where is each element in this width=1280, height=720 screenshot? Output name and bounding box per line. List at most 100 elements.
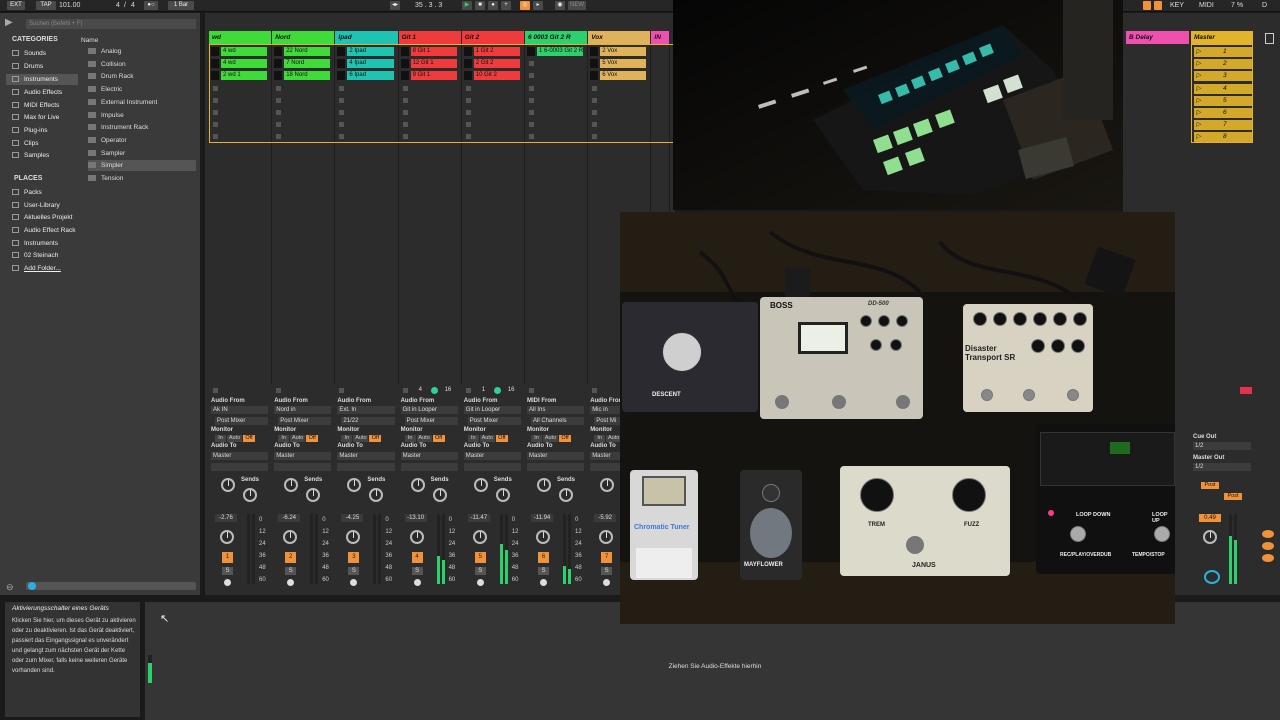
scene-launch-8[interactable]: ▷ 8 (1194, 132, 1252, 143)
send-a-knob[interactable] (473, 478, 488, 492)
send-b-knob[interactable] (243, 488, 257, 502)
monitor-in-button[interactable]: In (404, 435, 416, 442)
monitor-in-button[interactable]: In (594, 435, 606, 442)
track-header-7[interactable]: Vox (588, 31, 651, 44)
new-scene-button[interactable]: NEW (568, 1, 586, 10)
category-instruments[interactable]: Instruments (6, 74, 78, 85)
input-channel-select[interactable]: Post Mixer (467, 417, 521, 425)
send-b-knob[interactable] (432, 488, 447, 502)
volume-field[interactable]: -11.47 (467, 514, 490, 522)
track-header-1[interactable]: wd (209, 31, 272, 44)
browser-item-impulse[interactable]: Impulse (88, 110, 196, 121)
browser-item-collision[interactable]: Collision (88, 59, 196, 70)
monitor-auto-button[interactable]: Auto (416, 435, 432, 442)
scene-launch-icon[interactable]: ▷ (1196, 72, 1201, 79)
tap-tempo-button[interactable]: TAP (36, 1, 56, 10)
scene-launch-icon[interactable]: ▷ (1196, 133, 1201, 140)
track-stop-button[interactable] (592, 388, 598, 393)
arm-button[interactable] (224, 579, 231, 586)
metronome-icon[interactable]: ●○ (144, 1, 158, 10)
scene-launch-4[interactable]: ▷ 4 (1194, 83, 1252, 94)
output-select[interactable]: Master (274, 452, 332, 460)
send-a-knob[interactable] (537, 478, 551, 492)
cue-out-select[interactable]: 1/2 (1193, 442, 1251, 450)
preview-icon[interactable]: ⊖ (6, 582, 20, 594)
output-select[interactable]: Master (400, 452, 458, 460)
scene-launch-6[interactable]: ▷ 6 (1194, 108, 1252, 118)
browser-item-external-instrument[interactable]: External Instrument (88, 97, 196, 108)
master-volume-field[interactable]: 0.49 (1199, 514, 1221, 522)
category-samples[interactable]: Samples (12, 150, 49, 161)
input-type-select[interactable]: Git in Looper (400, 406, 458, 414)
browser-item-instrument-rack[interactable]: Instrument Rack (88, 122, 196, 133)
place-audio-effect-rack[interactable]: Audio Effect Rack (12, 225, 76, 236)
input-channel-select[interactable]: Post Mixer (404, 417, 458, 425)
volume-field[interactable]: -6.24 (278, 514, 301, 522)
session-record-icon[interactable]: ◉ (555, 1, 565, 10)
output-select[interactable]: Master (337, 452, 395, 460)
track-stop-button[interactable] (339, 388, 345, 393)
signature-denominator[interactable]: 4 (131, 1, 135, 10)
category-midi-effects[interactable]: MIDI Effects (12, 100, 59, 111)
monitor-auto-button[interactable]: Auto (543, 435, 558, 442)
monitor-in-button[interactable]: In (467, 435, 479, 442)
track-header-5[interactable]: Git 2 (461, 31, 524, 44)
solo-button[interactable]: S (348, 567, 360, 575)
scene-launch-icon[interactable]: ▷ (1196, 85, 1201, 92)
category-clips[interactable]: Clips (12, 138, 38, 149)
browser-item-sampler[interactable]: Sampler (88, 148, 196, 159)
reenable-automation-icon[interactable]: ▸ (533, 1, 543, 10)
volume-field[interactable]: -13.10 (404, 514, 427, 522)
midi-map-button[interactable]: MIDI (1199, 1, 1214, 10)
monitor-auto-button[interactable]: Auto (479, 435, 495, 442)
signature-numerator[interactable]: 4 (116, 1, 120, 10)
output-channel-select[interactable] (527, 463, 585, 471)
ext-sync-button[interactable]: EXT (7, 1, 25, 10)
monitor-off-button[interactable]: Off (243, 435, 255, 442)
send-b-knob[interactable] (495, 488, 510, 502)
volume-field[interactable]: -11.94 (531, 514, 553, 522)
track-header-2[interactable]: Nord (272, 31, 335, 44)
arm-button[interactable] (476, 579, 484, 586)
output-select[interactable]: Master (463, 452, 521, 460)
track-activator-button[interactable]: 2 (285, 552, 297, 563)
track-header-8[interactable]: IN (651, 31, 670, 44)
return-track-header[interactable]: B Delay (1126, 31, 1189, 44)
master-post-button[interactable]: Post (1224, 493, 1242, 500)
monitor-auto-button[interactable]: Auto (290, 435, 306, 442)
browser-item-tension[interactable]: Tension (88, 173, 196, 184)
place-instruments[interactable]: Instruments (12, 238, 58, 249)
monitor-off-button[interactable]: Off (559, 435, 571, 442)
stop-all-clips-icon[interactable] (1240, 387, 1252, 394)
input-channel-select[interactable]: Post Mixer (215, 417, 269, 425)
input-type-select[interactable]: Nord in (274, 406, 332, 414)
monitor-off-button[interactable]: Off (495, 435, 508, 442)
track-header-4[interactable]: Git 1 (398, 31, 461, 44)
track-activator-button[interactable]: 7 (601, 552, 613, 563)
category-sounds[interactable]: Sounds (12, 48, 46, 59)
scene-launch-3[interactable]: ▷ 3 (1194, 71, 1252, 82)
arm-button[interactable] (540, 579, 547, 586)
scene-launch-1[interactable]: ▷ 1 (1194, 47, 1252, 57)
key-map-button[interactable]: KEY (1170, 1, 1184, 10)
output-channel-select[interactable] (274, 463, 332, 471)
io-toggle-icon[interactable] (1265, 33, 1274, 44)
browser-search-input[interactable]: Suchen (Befehl + F) (26, 19, 196, 29)
preview-play-icon[interactable] (28, 582, 36, 590)
monitor-off-button[interactable]: Off (369, 435, 382, 442)
send-a-knob[interactable] (221, 478, 235, 492)
pan-knob[interactable] (409, 530, 424, 544)
browser-toggle-icon[interactable]: ▶ (5, 17, 21, 29)
place-add-folder-[interactable]: Add Folder... (12, 263, 61, 274)
computer-key-icon[interactable] (1143, 1, 1151, 10)
track-stop-button[interactable] (465, 388, 471, 393)
track-activator-button[interactable]: 5 (474, 552, 486, 563)
preview-scrubber[interactable] (26, 582, 196, 590)
monitor-in-button[interactable]: In (531, 435, 542, 442)
input-type-select[interactable]: All Ins (527, 406, 585, 414)
track-activator-button[interactable]: 4 (411, 552, 423, 563)
browser-item-electric[interactable]: Electric (88, 84, 196, 95)
input-type-select[interactable]: Ak IN (211, 406, 269, 414)
pan-knob[interactable] (472, 530, 487, 544)
input-channel-select[interactable]: 21/22 (341, 417, 395, 425)
